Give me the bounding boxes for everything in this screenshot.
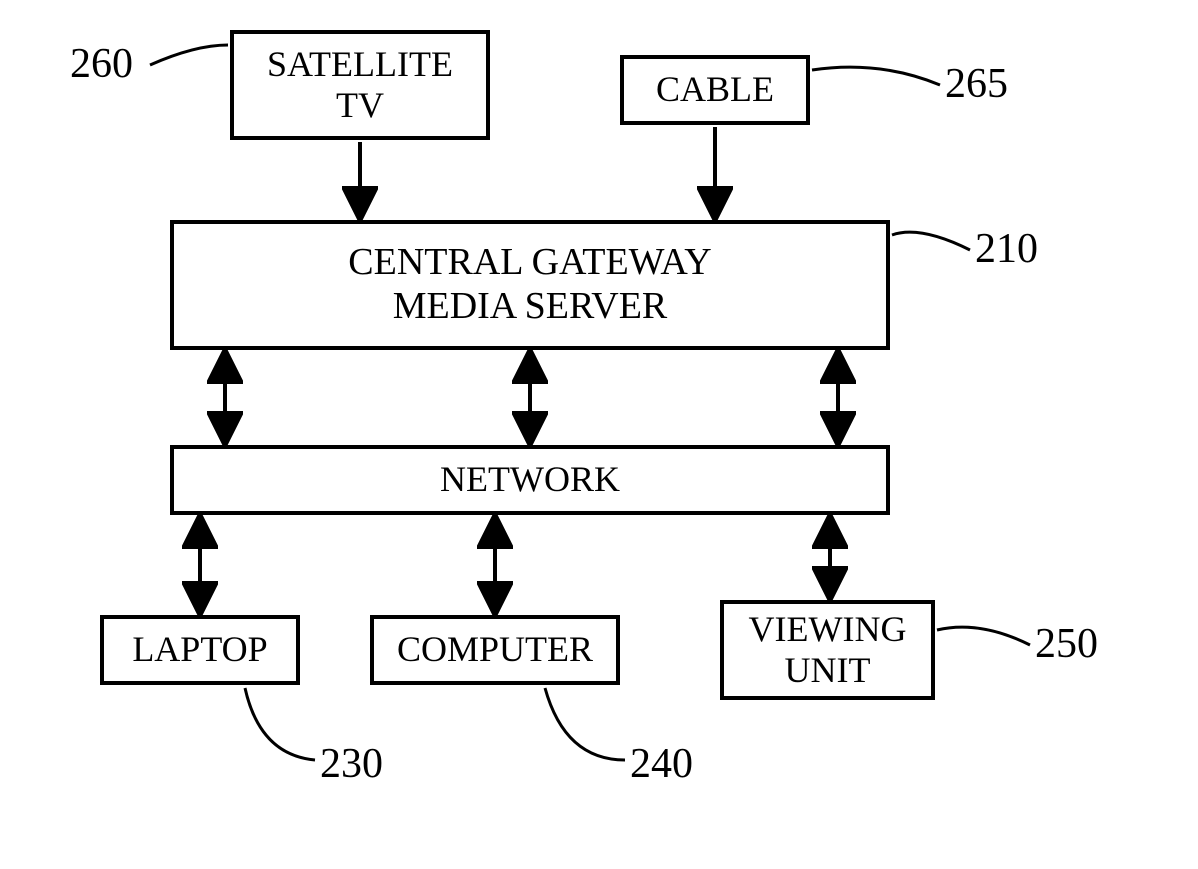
ref-210: 210 — [975, 225, 1038, 273]
box-cable: CABLE — [620, 55, 810, 125]
box-network: NETWORK — [170, 445, 890, 515]
lead-265 — [812, 67, 940, 85]
box-computer: COMPUTER — [370, 615, 620, 685]
ref-250: 250 — [1035, 620, 1098, 668]
ref-260: 260 — [70, 40, 133, 88]
lead-210 — [892, 232, 970, 250]
box-viewing-unit: VIEWING UNIT — [720, 600, 935, 700]
box-central-gateway: CENTRAL GATEWAY MEDIA SERVER — [170, 220, 890, 350]
lead-230 — [245, 688, 315, 760]
lead-240 — [545, 688, 625, 760]
ref-230: 230 — [320, 740, 383, 788]
box-laptop: LAPTOP — [100, 615, 300, 685]
lead-260 — [150, 45, 228, 65]
lead-250 — [937, 627, 1030, 645]
box-satellite-tv: SATELLITE TV — [230, 30, 490, 140]
ref-265: 265 — [945, 60, 1008, 108]
ref-240: 240 — [630, 740, 693, 788]
diagram-canvas: SATELLITE TV CABLE CENTRAL GATEWAY MEDIA… — [0, 0, 1198, 869]
arrows-overlay — [0, 0, 1198, 869]
